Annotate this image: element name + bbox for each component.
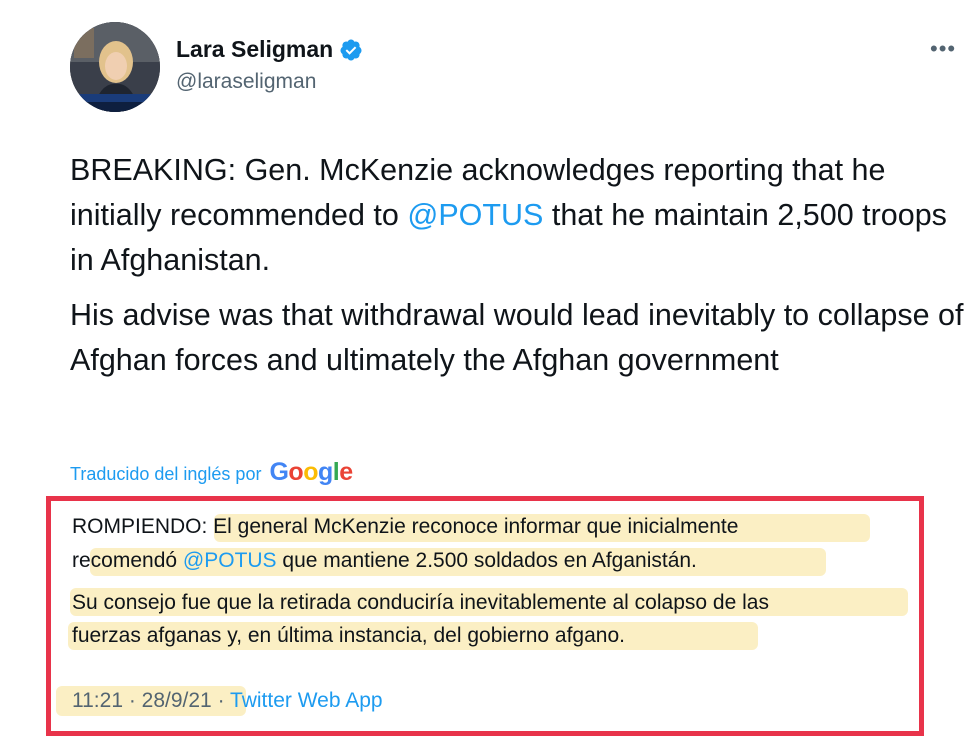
translation-line-4: fuerzas afganas y, en última instancia, … — [72, 624, 625, 647]
tweet-paragraph-2: His advise was that withdrawal would lea… — [70, 298, 964, 377]
avatar[interactable] — [70, 22, 160, 112]
google-logo: Google — [269, 458, 353, 486]
translation-line-3: Su consejo fue que la retirada conducirí… — [72, 591, 769, 614]
tweet-date[interactable]: 28/9/21 — [142, 689, 212, 712]
translated-label[interactable]: Traducido del inglés por — [70, 464, 261, 485]
tweet-text: BREAKING: Gen. McKenzie acknowledges rep… — [70, 148, 965, 393]
mention-link[interactable]: @POTUS — [183, 549, 277, 572]
author-name-row[interactable]: Lara Seligman — [176, 36, 363, 63]
source-link[interactable]: Twitter Web App — [230, 689, 383, 712]
tweet-time[interactable]: 11:21 — [72, 689, 123, 712]
translation-line-2: recomendó @POTUS que mantiene 2.500 sold… — [72, 549, 697, 572]
author-name[interactable]: Lara Seligman — [176, 36, 333, 63]
author-handle[interactable]: @laraseligman — [176, 70, 316, 94]
avatar-image — [70, 22, 160, 112]
verified-badge-icon — [340, 39, 362, 60]
tweet-paragraph-1: BREAKING: Gen. McKenzie acknowledges rep… — [70, 153, 947, 277]
translation-attribution: Traducido del inglés por Google — [70, 458, 353, 487]
translation-line-1: ROMPIENDO: El general McKenzie reconoce … — [72, 515, 739, 538]
mention-link[interactable]: @POTUS — [407, 198, 543, 232]
ellipsis-icon[interactable]: ••• — [930, 36, 956, 62]
tweet-metadata: 11:21 · 28/9/21 · Twitter Web App — [72, 689, 383, 712]
